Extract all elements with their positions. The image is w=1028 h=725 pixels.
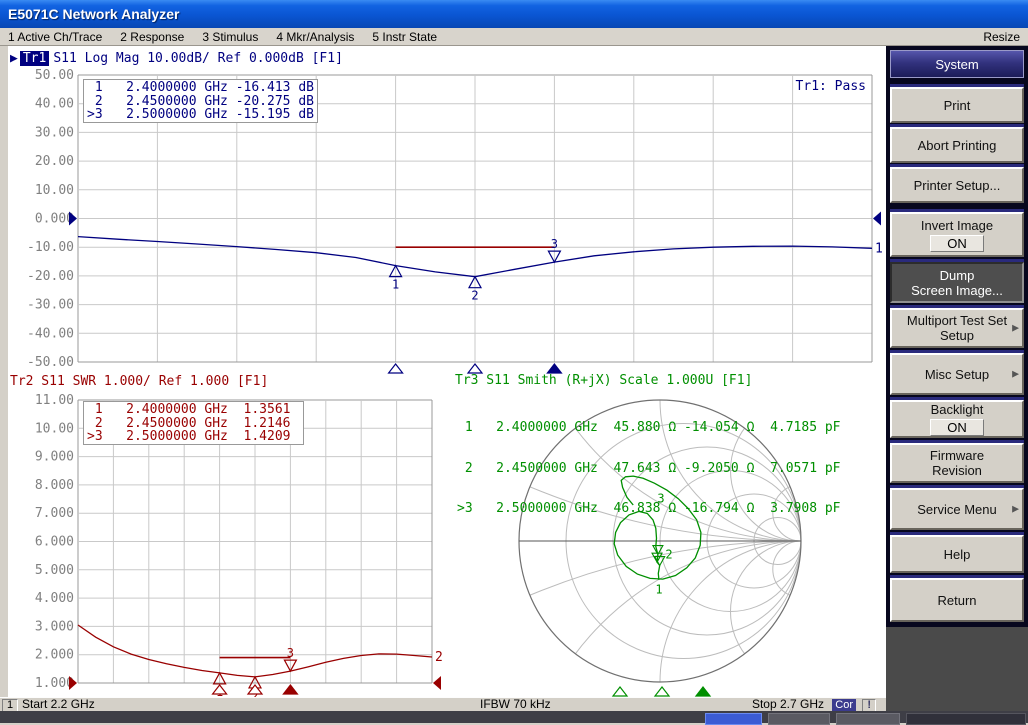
- menu-bar: 1 Active Ch/Trace 2 Response 3 Stimulus …: [0, 28, 1028, 46]
- tr3-marker-row: >3 2.5000000 GHz 46.838 Ω -16.794 Ω 3.79…: [457, 502, 841, 516]
- tr3-marker-row: 1 2.4000000 GHz 45.880 Ω -14.054 Ω 4.718…: [457, 421, 841, 435]
- softkey-printer-setup[interactable]: Printer Setup...: [890, 167, 1024, 203]
- softkey-return[interactable]: Return: [890, 578, 1024, 622]
- tr2-marker-row: >3 2.5000000 GHz 1.4209: [87, 430, 301, 444]
- softkey-label: Dump: [940, 268, 975, 283]
- taskbar-active-button[interactable]: [705, 713, 762, 725]
- softkey-dump[interactable]: DumpScreen Image...: [890, 262, 1024, 303]
- tr1-title-bar[interactable]: ▶Tr1 S11 Log Mag 10.00dB/ Ref 0.000dB [F1…: [10, 52, 343, 66]
- ifbw-label: IFBW 70 kHz: [480, 698, 551, 711]
- softkey-abort-printing[interactable]: Abort Printing: [890, 127, 1024, 163]
- softkey-multiport-test-set[interactable]: Multiport Test SetSetup ▶: [890, 308, 1024, 348]
- softkey-label: Firmware: [930, 448, 984, 463]
- softkey-label: Help: [944, 547, 971, 562]
- tr3-marker-row: 2 2.4500000 GHz 47.643 Ω -9.2050 Ω 7.057…: [457, 462, 841, 476]
- softkey-label: Print: [944, 98, 971, 113]
- softkey-help[interactable]: Help: [890, 535, 1024, 573]
- tr1-marker-readout: 1 2.4000000 GHz -16.413 dB 2 2.4500000 G…: [83, 79, 318, 123]
- taskbar-clock-area: [906, 713, 1026, 725]
- softkey-label: Setup: [940, 328, 974, 343]
- instrument-screen: [8, 46, 886, 697]
- softkey-label: Revision: [932, 463, 982, 478]
- softkey-menu: System Print Abort Printing Printer Setup..…: [886, 46, 1028, 710]
- softkey-label: Return: [937, 593, 976, 608]
- menu-item-instr-state[interactable]: 5 Instr State: [372, 30, 437, 44]
- tr3-title-bar[interactable]: Tr3 S11 Smith (R+jX) Scale 1.000U [F1]: [455, 374, 752, 388]
- submenu-arrow-icon: ▶: [1012, 321, 1019, 336]
- softkey-label: Printer Setup...: [914, 178, 1001, 193]
- softkey-firmware[interactable]: FirmwareRevision: [890, 443, 1024, 483]
- tr1-limit-status-badge: Tr1: Pass: [758, 80, 866, 94]
- tr2-marker-row: 1 2.4000000 GHz 1.3561: [87, 403, 301, 417]
- menu-item-active-ch-trace[interactable]: 1 Active Ch/Trace: [8, 30, 102, 44]
- softkey-label: Service Menu: [917, 502, 996, 517]
- taskbar-button[interactable]: [836, 713, 900, 725]
- sidebar-empty-area: [886, 627, 1028, 711]
- submenu-arrow-icon: ▶: [1012, 502, 1019, 517]
- tr1-marker-row: 2 2.4500000 GHz -20.275 dB: [87, 95, 315, 109]
- tr1-format-label: S11 Log Mag 10.00dB/ Ref 0.000dB [F1]: [53, 51, 343, 66]
- softkey-label: Invert Image: [921, 218, 993, 233]
- menu-item-response[interactable]: 2 Response: [120, 30, 184, 44]
- taskbar-button[interactable]: [768, 713, 830, 725]
- active-trace-arrow-icon: ▶: [10, 51, 18, 66]
- tr2-marker-readout: 1 2.4000000 GHz 1.3561 2 2.4500000 GHz 1…: [83, 401, 304, 445]
- tr3-marker-readout: 1 2.4000000 GHz 45.880 Ω -14.054 Ω 4.718…: [457, 394, 841, 529]
- stop-frequency-label: Stop 2.7 GHz: [752, 698, 824, 711]
- correction-status-badge: Cor: [832, 699, 856, 711]
- softkey-misc-setup[interactable]: Misc Setup ▶: [890, 353, 1024, 395]
- softkey-state-value: ON: [930, 419, 984, 436]
- menu-item-stimulus[interactable]: 3 Stimulus: [202, 30, 258, 44]
- softkey-service-menu[interactable]: Service Menu ▶: [890, 488, 1024, 530]
- softkey-label: System: [935, 57, 978, 72]
- start-frequency-label: Start 2.2 GHz: [22, 698, 95, 711]
- menu-item-resize[interactable]: Resize: [983, 30, 1020, 44]
- softkey-state-value: ON: [930, 235, 984, 252]
- tr2-marker-row: 2 2.4500000 GHz 1.2146: [87, 417, 301, 431]
- softkey-invert-image[interactable]: Invert Image ON: [890, 212, 1024, 257]
- softkey-print[interactable]: Print: [890, 87, 1024, 123]
- window-titlebar[interactable]: E5071C Network Analyzer: [0, 0, 1028, 28]
- submenu-arrow-icon: ▶: [1012, 367, 1019, 382]
- tr1-marker-row: 1 2.4000000 GHz -16.413 dB: [87, 81, 315, 95]
- tr2-title-bar[interactable]: Tr2 S11 SWR 1.000/ Ref 1.000 [F1]: [10, 375, 268, 389]
- window-title: E5071C Network Analyzer: [8, 6, 179, 22]
- menu-item-mkr-analysis[interactable]: 4 Mkr/Analysis: [276, 30, 354, 44]
- softkey-backlight[interactable]: Backlight ON: [890, 400, 1024, 438]
- softkey-system[interactable]: System: [890, 50, 1024, 78]
- tr1-chip: Tr1: [20, 51, 49, 66]
- softkey-label: Backlight: [931, 402, 984, 417]
- softkey-label: Abort Printing: [918, 138, 997, 153]
- softkey-label: Misc Setup: [925, 367, 989, 382]
- status-bar: 1 Start 2.2 GHz IFBW 70 kHz Stop 2.7 GHz…: [0, 697, 886, 711]
- tr1-marker-row: >3 2.5000000 GHz -15.195 dB: [87, 108, 315, 122]
- softkey-label: Multiport Test Set: [907, 313, 1007, 328]
- softkey-label: Screen Image...: [911, 283, 1003, 298]
- clipped-taskbar-strip: [0, 711, 1028, 723]
